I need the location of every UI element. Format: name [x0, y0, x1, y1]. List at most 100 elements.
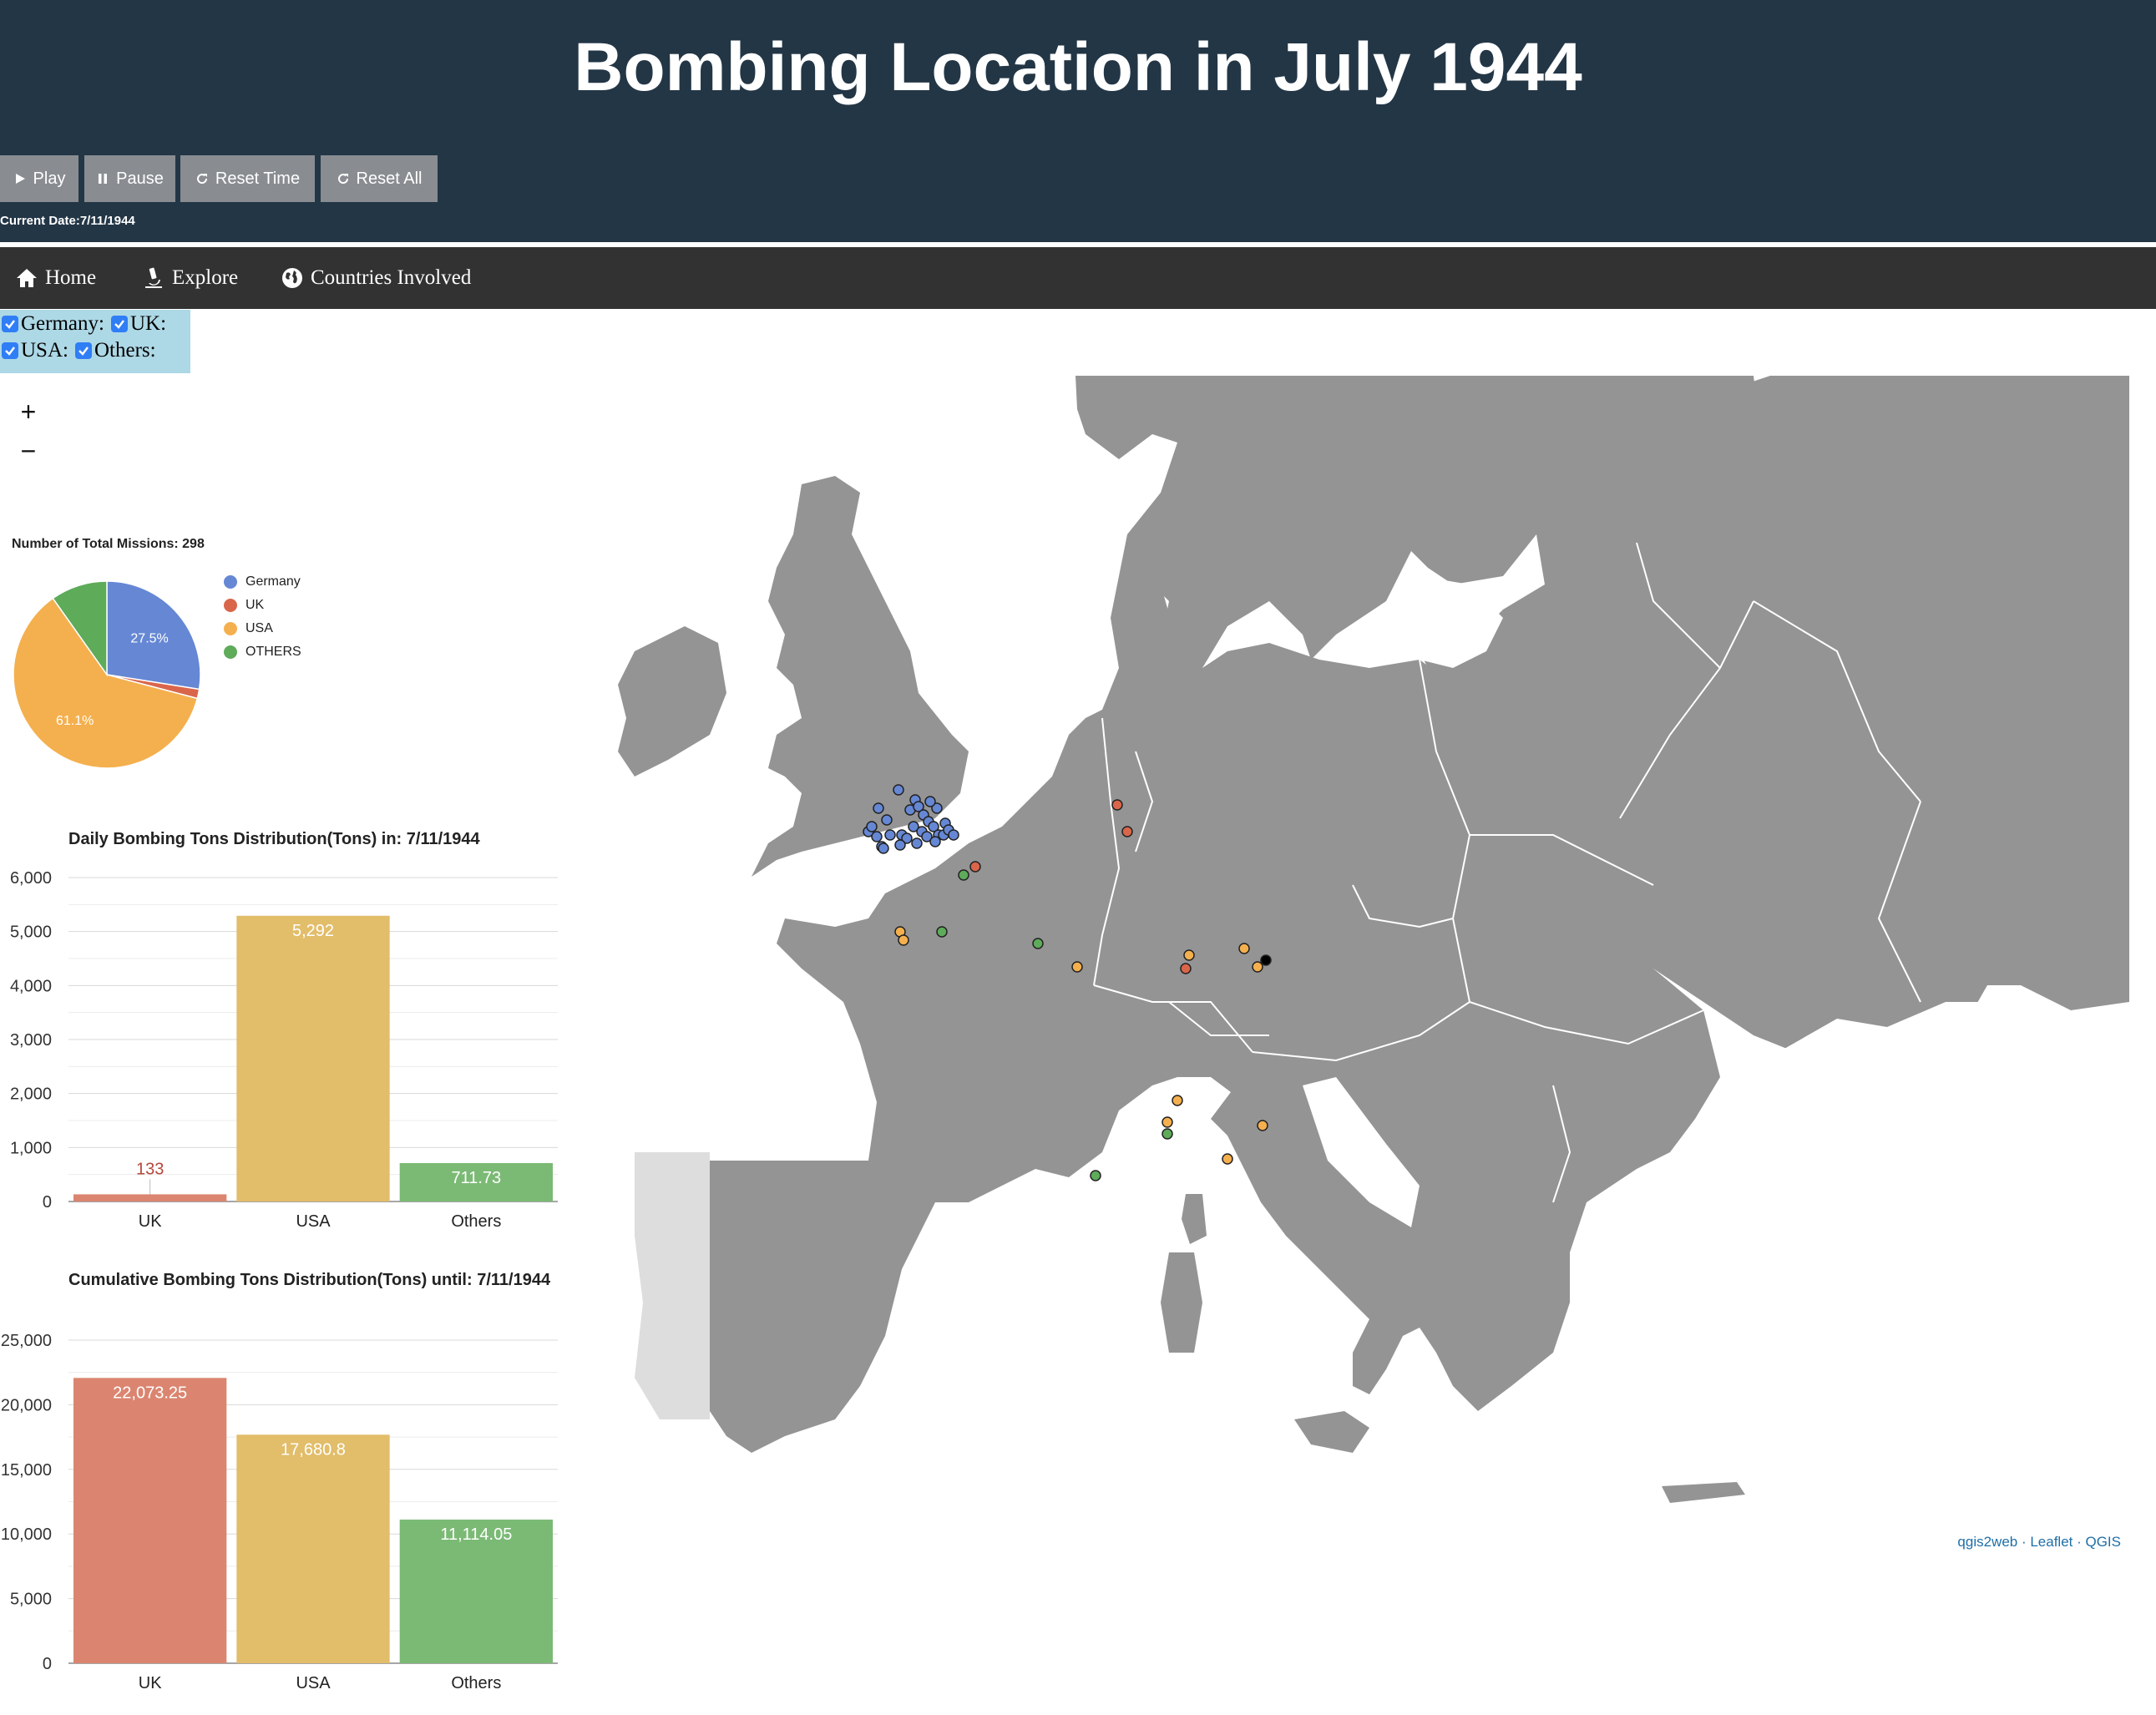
pie-slice-label: 61.1% — [56, 714, 94, 728]
bomb-marker-uk[interactable] — [1180, 963, 1192, 974]
legend-item-germany[interactable]: Germany — [224, 574, 301, 589]
map-land-crete — [1662, 1482, 1745, 1503]
uk-filter-label: UK: — [129, 312, 167, 335]
map-land-sardinia — [1161, 1252, 1202, 1353]
bomb-marker-germany[interactable] — [893, 784, 904, 796]
nav-home-label: Home — [45, 266, 97, 289]
bomb-marker-uk[interactable] — [1111, 799, 1123, 811]
bomb-marker-uk[interactable] — [1121, 826, 1133, 837]
legend-swatch — [224, 622, 237, 635]
bomb-marker-others[interactable] — [1162, 1128, 1173, 1140]
y-tick-label: 20,000 — [1, 1396, 52, 1414]
legend-swatch — [224, 599, 237, 612]
bomb-marker-uk[interactable] — [969, 861, 981, 873]
cumulative-bar-chart: 0 5,000 10,000 15,000 20,000 25,000 22,073.25 U… — [1, 1332, 558, 1692]
bomb-marker-others[interactable] — [958, 869, 969, 881]
others-checkbox[interactable] — [74, 342, 92, 359]
bomb-marker-usa[interactable] — [1257, 1120, 1268, 1131]
pause-button[interactable]: Pause — [84, 155, 175, 202]
x-tick-label: Others — [451, 1674, 501, 1692]
bomb-marker-usa[interactable] — [1162, 1116, 1173, 1128]
microscope-icon — [145, 267, 162, 288]
nav-countries-involved-label: Countries Involved — [311, 266, 472, 289]
y-tick-label: 10,000 — [1, 1525, 52, 1544]
bomb-marker-germany[interactable] — [866, 821, 878, 832]
x-tick-label: Others — [451, 1212, 501, 1231]
x-tick-label: USA — [296, 1212, 331, 1231]
legend-label: UK — [245, 598, 265, 612]
bomb-marker-selected[interactable] — [1260, 954, 1272, 966]
cumulative-chart-title: Cumulative Bombing Tons Distribution(Ton… — [68, 1271, 551, 1289]
bomb-marker-germany[interactable] — [911, 837, 923, 849]
reset-all-button-label: Reset All — [356, 169, 423, 188]
country-filter-panel: Germany: UK: USA: Others: — [0, 310, 190, 373]
legend-label: OTHERS — [245, 645, 301, 659]
reset-all-button[interactable]: Reset All — [321, 155, 438, 202]
bomb-marker-others[interactable] — [936, 926, 948, 938]
y-tick-label: 1,000 — [10, 1139, 52, 1157]
bomb-marker-usa[interactable] — [1183, 949, 1195, 961]
x-tick-label: UK — [139, 1212, 162, 1231]
legend-swatch — [224, 575, 237, 589]
header-bar: Bombing Location in July 1944 Play Pause… — [0, 0, 2156, 242]
nav-explore[interactable]: Explore — [142, 247, 238, 309]
usa-filter-label: USA: — [21, 339, 68, 362]
legend-label: USA — [245, 621, 273, 635]
x-tick-label: USA — [296, 1674, 331, 1692]
map-attribution[interactable]: qgis2web · Leaflet · QGIS — [1957, 1534, 2121, 1551]
refresh-icon — [196, 174, 207, 185]
bomb-marker-germany[interactable] — [871, 831, 883, 842]
bar-value-label: 22,073.25 — [113, 1384, 187, 1402]
bar-uk[interactable] — [73, 1378, 227, 1663]
bomb-marker-usa[interactable] — [1238, 943, 1250, 954]
bar-usa[interactable] — [236, 915, 390, 1202]
y-tick-label: 6,000 — [10, 869, 52, 888]
bomb-marker-others[interactable] — [1090, 1170, 1101, 1181]
nav-home[interactable]: Home — [15, 247, 96, 309]
bomb-marker-usa[interactable] — [1071, 961, 1083, 973]
bomb-marker-germany[interactable] — [878, 842, 889, 854]
bomb-marker-others[interactable] — [1032, 938, 1044, 949]
globe-icon — [282, 268, 302, 288]
legend-label: Germany — [245, 574, 301, 589]
current-date-label: Current Date:7/11/1944 — [0, 214, 135, 228]
bar-uk[interactable] — [73, 1194, 227, 1202]
bomb-marker-germany[interactable] — [884, 829, 896, 841]
zoom-in-button[interactable]: + — [8, 392, 48, 431]
bomb-marker-germany[interactable] — [873, 802, 884, 814]
legend-item-uk[interactable]: UK — [224, 598, 264, 613]
bomb-marker-usa[interactable] — [1222, 1153, 1233, 1165]
check-icon — [5, 347, 15, 356]
bomb-marker-germany[interactable] — [924, 796, 936, 807]
reset-time-button[interactable]: Reset Time — [180, 155, 315, 202]
uk-checkbox[interactable] — [110, 316, 128, 332]
bomb-marker-usa[interactable] — [898, 934, 909, 946]
bar-value-label: 17,680.8 — [281, 1440, 346, 1459]
nav-countries-involved[interactable]: Countries Involved — [281, 247, 471, 309]
legend-item-usa[interactable]: USA — [224, 621, 273, 636]
bomb-marker-usa[interactable] — [1172, 1095, 1183, 1106]
daily-chart-title: Daily Bombing Tons Distribution(Tons) in… — [68, 830, 480, 848]
page-title: Bombing Location in July 1944 — [574, 29, 1582, 105]
europe-map[interactable] — [601, 367, 2129, 1520]
bomb-marker-germany[interactable] — [929, 836, 941, 847]
bar-value-label: 711.73 — [451, 1169, 501, 1187]
bomb-marker-germany[interactable] — [948, 829, 959, 841]
y-tick-label: 0 — [43, 1655, 52, 1673]
germany-filter-label: Germany: — [21, 312, 104, 335]
others-filter-label: Others: — [94, 339, 156, 362]
pause-icon — [99, 174, 108, 184]
germany-checkbox[interactable] — [2, 316, 18, 332]
bomb-marker-germany[interactable] — [881, 814, 893, 826]
usa-checkbox[interactable] — [2, 342, 18, 359]
check-icon — [78, 347, 89, 356]
play-button[interactable]: Play — [0, 155, 78, 202]
check-icon — [5, 320, 15, 329]
map-land-great-britain — [752, 476, 969, 877]
zoom-out-button[interactable]: − — [8, 432, 48, 470]
bomb-marker-usa[interactable] — [1252, 961, 1263, 973]
legend-item-others[interactable]: OTHERS — [224, 645, 301, 660]
y-tick-label: 0 — [43, 1193, 52, 1212]
bar-usa[interactable] — [236, 1434, 390, 1663]
bomb-marker-germany[interactable] — [894, 839, 906, 851]
